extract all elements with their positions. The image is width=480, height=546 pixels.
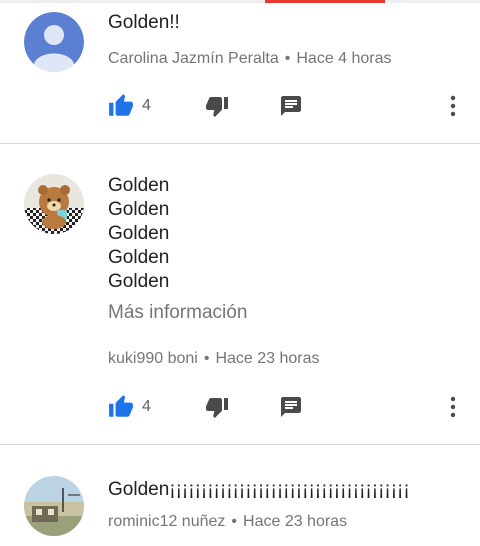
meta-separator: • xyxy=(231,513,238,530)
comment-line: Golden xyxy=(108,199,170,220)
comment-actions: 4 xyxy=(0,91,480,121)
like-button[interactable] xyxy=(106,392,136,422)
comment-line: Golden¡¡¡¡¡¡¡¡¡¡¡¡¡¡¡¡¡¡¡¡¡¡¡¡¡¡¡¡¡¡¡¡¡¡… xyxy=(108,479,410,500)
comment-line: Golden xyxy=(108,175,170,196)
comment-line: Golden xyxy=(108,247,170,268)
top-progress-accent xyxy=(265,0,385,3)
comment-text: Golden¡¡¡¡¡¡¡¡¡¡¡¡¡¡¡¡¡¡¡¡¡¡¡¡¡¡¡¡¡¡¡¡¡¡… xyxy=(108,478,410,502)
vertical-dots-icon xyxy=(450,396,456,418)
like-count: 4 xyxy=(142,97,151,114)
reply-button[interactable] xyxy=(276,392,306,422)
comment-divider xyxy=(0,143,480,144)
default-avatar-icon xyxy=(24,12,84,72)
comment-actions: 4 xyxy=(0,392,480,422)
comment-text: Golden Golden Golden Golden Golden xyxy=(108,174,169,294)
timestamp: Hace 4 horas xyxy=(296,50,392,67)
thumbs-down-icon xyxy=(206,97,228,117)
author-name[interactable]: rominic12 nuñez xyxy=(108,513,225,530)
landscape-avatar-icon xyxy=(24,476,84,536)
thumbs-up-icon xyxy=(109,94,133,116)
more-options-button[interactable] xyxy=(440,91,466,121)
comment-meta: Carolina Jazmín Peralta • Hace 4 horas xyxy=(108,50,392,68)
author-name[interactable]: kuki990 boni xyxy=(108,350,198,367)
like-button[interactable] xyxy=(106,91,136,121)
timestamp: Hace 23 horas xyxy=(215,350,320,367)
avatar[interactable] xyxy=(24,12,84,72)
comment-reply-icon xyxy=(281,96,301,116)
meta-separator: • xyxy=(203,350,210,367)
comment-line: Golden xyxy=(108,223,170,244)
comment-meta: rominic12 nuñez • Hace 23 horas xyxy=(108,513,347,531)
timestamp: Hace 23 horas xyxy=(243,513,348,530)
dislike-button[interactable] xyxy=(202,91,232,121)
comment-line: Golden xyxy=(108,271,170,292)
thumbs-down-icon xyxy=(206,398,228,418)
author-name[interactable]: Carolina Jazmín Peralta xyxy=(108,50,279,67)
thumbs-up-icon xyxy=(109,395,133,417)
comment-divider xyxy=(0,444,480,445)
bear-avatar-icon xyxy=(24,174,84,234)
comment-line: Golden!! xyxy=(108,12,180,33)
comment-text: Golden!! xyxy=(108,11,180,35)
comment-reply-icon xyxy=(281,397,301,417)
read-more-link[interactable]: Más información xyxy=(108,302,247,324)
like-count: 4 xyxy=(142,398,151,415)
comment-meta: kuki990 boni • Hace 23 horas xyxy=(108,350,320,368)
vertical-dots-icon xyxy=(450,95,456,117)
top-progress-strip xyxy=(0,0,480,3)
dislike-button[interactable] xyxy=(202,392,232,422)
more-options-button[interactable] xyxy=(440,392,466,422)
meta-separator: • xyxy=(284,50,291,67)
avatar[interactable] xyxy=(24,174,84,234)
reply-button[interactable] xyxy=(276,91,306,121)
avatar[interactable] xyxy=(24,476,84,536)
